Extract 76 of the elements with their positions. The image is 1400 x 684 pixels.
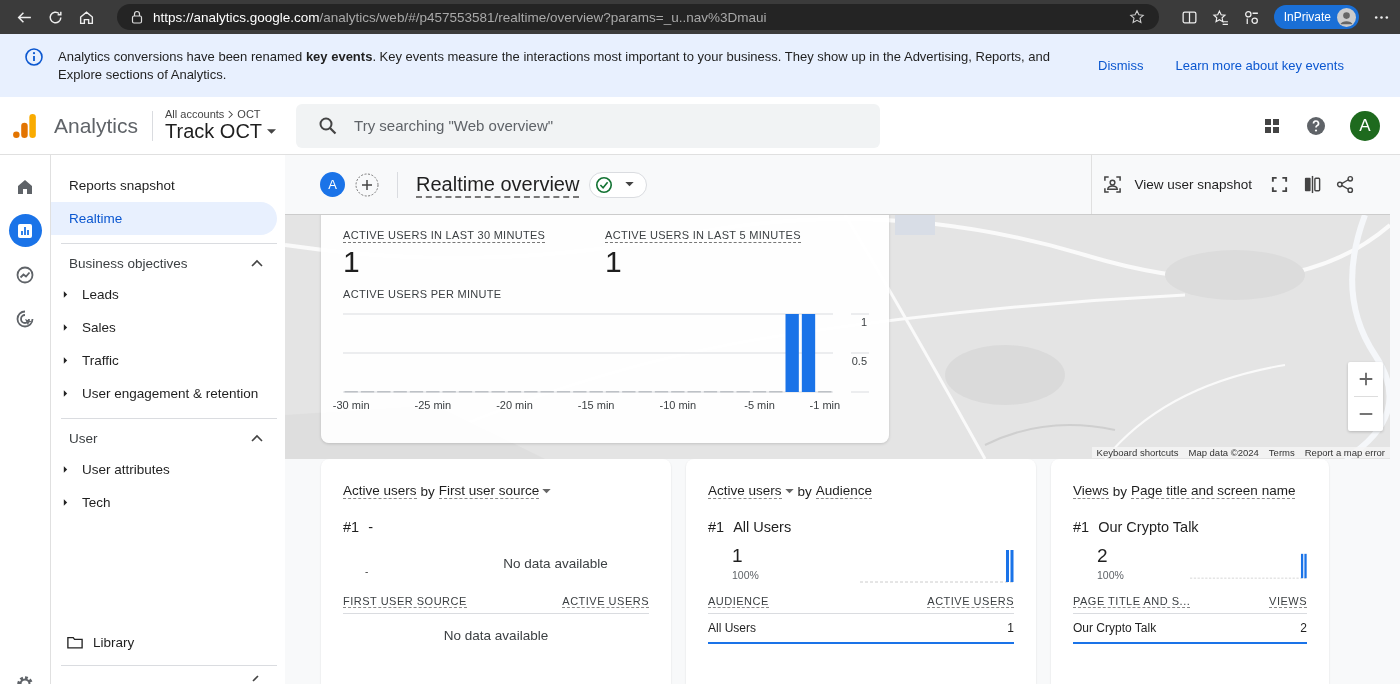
- metric-selector[interactable]: Active users: [343, 483, 417, 499]
- comparison-avatar[interactable]: A: [320, 172, 345, 197]
- sidebar-item[interactable]: Reports snapshot: [51, 169, 277, 202]
- inprivate-button[interactable]: InPrivate: [1273, 5, 1359, 29]
- search-field[interactable]: Try searching "Web overview": [296, 103, 881, 148]
- map-attribution-link[interactable]: Keyboard shortcuts: [1091, 447, 1184, 458]
- banner-action-button[interactable]: Learn more about key events: [1173, 54, 1346, 77]
- banner-action-button[interactable]: Dismiss: [1096, 54, 1146, 77]
- top-item-share: 100%: [732, 569, 760, 581]
- table-cell: 1: [1007, 621, 1014, 635]
- address-bar[interactable]: https://analytics.google.com/analytics/web/#/p457553581/realtime/overview?params=_u..nav%3Dmaui: [117, 4, 1159, 30]
- top-item-name: Our Crypto Talk: [1098, 519, 1199, 535]
- table-cell: Our Crypto Talk: [1073, 621, 1157, 635]
- sidebar-item[interactable]: Traffic: [82, 353, 119, 368]
- property-picker[interactable]: Track OCT: [165, 120, 277, 143]
- column-header[interactable]: FIRST USER SOURCE: [343, 595, 467, 608]
- map-attribution-link[interactable]: Map data ©2024: [1183, 447, 1264, 458]
- sidebar-item[interactable]: User engagement & retention: [82, 386, 259, 401]
- axis-label: -1 min: [809, 399, 841, 411]
- breadcrumb-link[interactable]: OCT: [237, 108, 261, 120]
- axis-label: -20 min: [496, 399, 533, 411]
- table-cell: 2: [1300, 621, 1307, 635]
- metric-label: ACTIVE USERS IN LAST 5 MINUTES: [605, 229, 801, 243]
- axis-label: -5 min: [744, 399, 775, 411]
- title-connector: by: [1112, 483, 1128, 499]
- chart-title: ACTIVE USERS PER MINUTE: [343, 288, 503, 300]
- axis-label: -25 min: [414, 399, 452, 411]
- section-heading[interactable]: Business objectives: [69, 255, 188, 271]
- metric-selector[interactable]: Views: [1073, 483, 1109, 499]
- product-name: Analytics: [54, 113, 139, 138]
- map-attribution-link[interactable]: Terms: [1263, 447, 1300, 458]
- notice-text: Analytics conversions have been renamed key events. Key events measure the interactions most important to your business. They show up in the Advertising, Reports, and Explore sections of Analytics.: [58, 47, 1051, 84]
- metric-value: 1: [605, 245, 622, 279]
- top-item-share: 100%: [1097, 569, 1125, 581]
- library-link[interactable]: Library: [93, 634, 135, 650]
- axis-label: -30 min: [332, 399, 370, 411]
- sidebar-item[interactable]: Tech: [82, 495, 111, 510]
- view-user-snapshot-button[interactable]: View user snapshot: [1103, 175, 1252, 194]
- column-header[interactable]: VIEWS: [1269, 595, 1307, 608]
- top-item-name: All Users: [733, 519, 792, 535]
- top-item-value: -: [365, 565, 369, 577]
- column-header[interactable]: AUDIENCE: [708, 595, 769, 608]
- rank-label: #1: [708, 519, 725, 535]
- url-text: https://analytics.google.com/analytics/web/#/p457553581/realtime/overview?params=_u..nav%3Dmaui: [153, 9, 768, 25]
- empty-message: No data available: [503, 555, 608, 571]
- dimension-selector[interactable]: Audience: [815, 483, 873, 499]
- column-header[interactable]: ACTIVE USERS: [927, 595, 1014, 608]
- sidebar-item[interactable]: Sales: [82, 320, 116, 335]
- metric-label: ACTIVE USERS IN LAST 30 MINUTES: [343, 229, 546, 243]
- sidebar-item[interactable]: Leads: [82, 287, 119, 302]
- column-header[interactable]: ACTIVE USERS: [562, 595, 649, 608]
- sidebar-item[interactable]: Realtime: [51, 202, 277, 235]
- dimension-selector[interactable]: First user source: [438, 483, 552, 499]
- axis-label: 1: [860, 316, 867, 328]
- title-connector: by: [420, 483, 435, 499]
- account-avatar[interactable]: A: [1350, 110, 1380, 141]
- section-heading[interactable]: User: [69, 430, 98, 446]
- rank-label: #1: [343, 519, 360, 535]
- empty-message: No data available: [443, 628, 549, 643]
- page-title: Realtime overview: [416, 171, 580, 198]
- table-cell: All Users: [708, 621, 756, 635]
- column-header[interactable]: PAGE TITLE AND S...: [1073, 595, 1191, 608]
- metric-value: 1: [343, 245, 360, 279]
- map-attribution-link[interactable]: Report a map error: [1299, 447, 1390, 458]
- dimension-selector[interactable]: Page title and screen name: [1131, 483, 1296, 499]
- top-item-value: 2: [1097, 545, 1109, 567]
- axis-label: 0.5: [851, 355, 867, 367]
- axis-label: -15 min: [577, 399, 615, 411]
- sidebar-item[interactable]: User attributes: [82, 462, 170, 477]
- metric-selector[interactable]: Active users: [708, 483, 794, 499]
- axis-label: -10 min: [659, 399, 697, 411]
- title-connector: by: [797, 483, 812, 499]
- rank-label: #1: [1073, 519, 1090, 535]
- breadcrumb-link[interactable]: All accounts: [165, 108, 225, 120]
- top-item-value: 1: [732, 545, 744, 567]
- top-item-name: -: [368, 519, 373, 535]
